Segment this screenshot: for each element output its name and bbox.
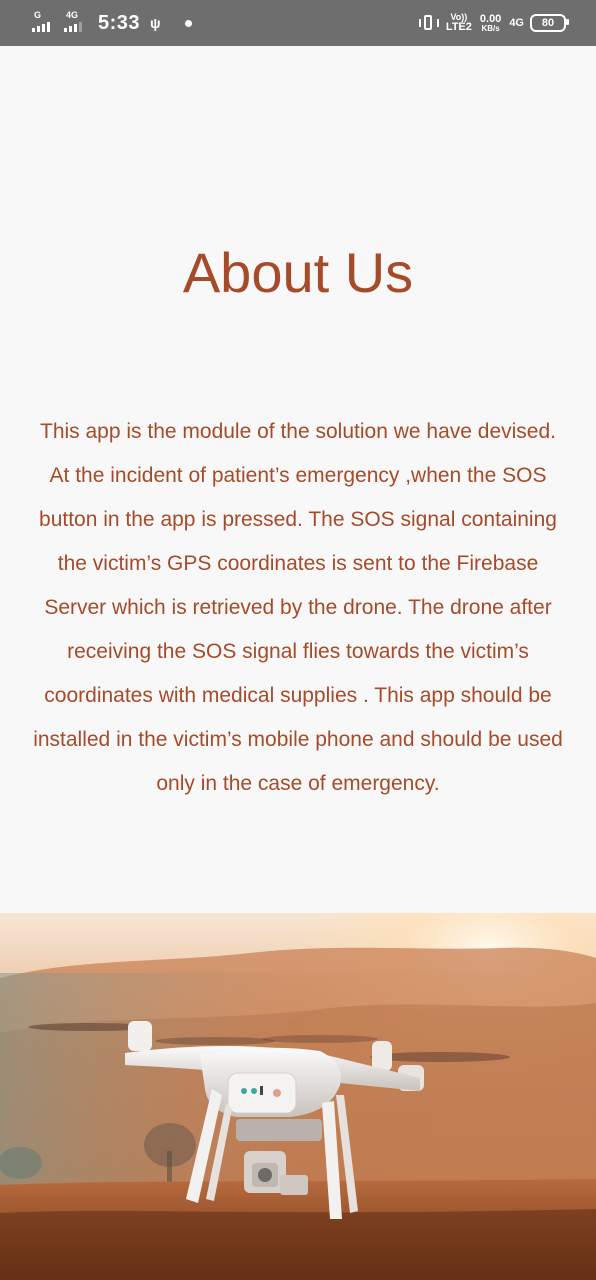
status-bar-right: Vo)) LTE2 0.00 KB/s 4G 80 (418, 9, 569, 37)
network-speed: 0.00 KB/s (479, 12, 502, 33)
usb-icon: ψ (150, 15, 161, 31)
drone-illustration (0, 913, 596, 1280)
page-title: About Us (182, 241, 414, 304)
volte-indicator: Vo)) LTE2 (446, 13, 472, 33)
sim1-network-label: G (34, 10, 42, 20)
vibrate-icon (418, 14, 440, 32)
signal-icon-sim2: 4G (64, 10, 90, 34)
drone-hero-image (0, 913, 596, 1280)
network-type-label: 4G (509, 17, 524, 29)
speed-value: 0.00 (479, 12, 502, 25)
about-description: This app is the module of the solution w… (33, 420, 563, 795)
speed-unit: KB/s (481, 23, 500, 33)
notification-dot-icon (184, 19, 192, 27)
status-bar: G 4G 5:33 ψ Vo)) LTE2 0.00 KB/s 4G 80 (0, 0, 596, 46)
status-bar-left: G 4G 5:33 ψ (32, 9, 192, 37)
signal-icon: G (32, 10, 58, 34)
battery-level: 80 (541, 17, 555, 29)
status-time: 5:33 (98, 11, 141, 34)
sim2-network-label: 4G (66, 10, 79, 20)
battery-icon: 80 (530, 14, 569, 32)
lte-label: LTE2 (445, 21, 472, 33)
